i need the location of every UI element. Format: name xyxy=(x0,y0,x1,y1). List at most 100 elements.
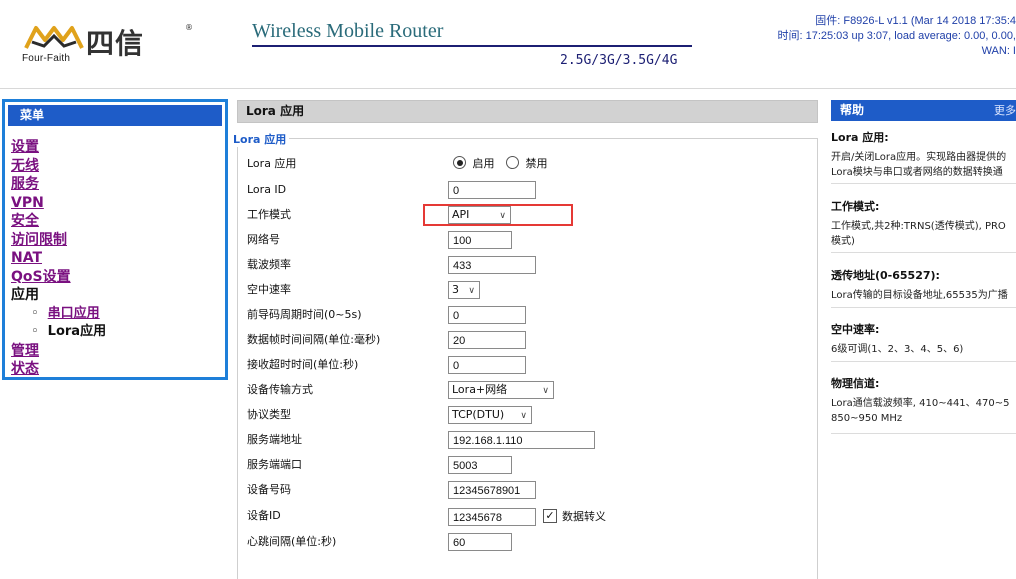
menu-link-admin[interactable]: 管理 xyxy=(11,343,39,359)
label-net-id: 网络号 xyxy=(247,233,280,246)
help-section-target-address: 透传地址(0-65527): Lora传输的目标设备地址,65535为广播 xyxy=(831,269,1016,308)
help-line: 开启/关闭Lora应用。实现路由器提供的 xyxy=(831,152,1007,163)
lora-id-input[interactable]: 0 xyxy=(448,181,536,199)
radio-enable[interactable] xyxy=(453,156,466,169)
label-preamble: 前导码周期时间(0~5s) xyxy=(247,308,362,321)
help-line: 850~950 MHz xyxy=(831,413,903,424)
submenu-item-serial[interactable]: 串口应用 xyxy=(31,305,225,324)
radio-disable-label: 禁用 xyxy=(525,157,548,170)
protocol-select[interactable]: TCP(DTU) ∨ xyxy=(448,406,532,424)
chevron-down-icon: ∨ xyxy=(468,286,475,296)
menu-link-wireless[interactable]: 无线 xyxy=(11,158,39,174)
carrier-freq-input[interactable]: 433 xyxy=(448,256,536,274)
help-line: 工作模式,共2种:TRNS(透传模式), PRO xyxy=(831,221,1006,232)
help-line: Lora通信载波频率, 410~441、470~5 xyxy=(831,398,1010,409)
system-info: 固件: F8926-L v1.1 (Mar 14 2018 17:35:4 时间… xyxy=(756,14,1016,59)
help-section-text: 6级可调(1、2、3、4、5、6) xyxy=(831,342,1016,357)
frame-interval-input[interactable]: 20 xyxy=(448,331,526,349)
menu-title: 菜单 xyxy=(8,105,222,126)
help-section-title: 透传地址(0-65527): xyxy=(831,269,940,282)
help-section-title: 工作模式: xyxy=(831,200,880,213)
menu-item-wireless[interactable]: 无线 xyxy=(11,157,225,176)
label-work-mode: 工作模式 xyxy=(247,208,291,221)
chevron-down-icon: ∨ xyxy=(520,411,527,421)
label-carrier-freq: 载波频率 xyxy=(247,258,291,271)
help-title: 帮助 xyxy=(840,103,865,117)
preamble-input[interactable]: 0 xyxy=(448,306,526,324)
highlight-box xyxy=(423,204,573,226)
help-line: Lora模块与串口或者网络的数据转换通 xyxy=(831,167,1003,178)
menu-link-setup[interactable]: 设置 xyxy=(11,139,39,155)
menu-link-qos[interactable]: QoS设置 xyxy=(11,269,71,285)
label-protocol: 协议类型 xyxy=(247,408,291,421)
menu-item-access-restrictions[interactable]: 访问限制 xyxy=(11,231,225,250)
logo: 四信 ® Four-Faith xyxy=(22,22,193,64)
server-port-input[interactable]: 5003 xyxy=(448,456,512,474)
submenu-link-serial[interactable]: 串口应用 xyxy=(48,306,100,321)
help-section-text: Lora传输的目标设备地址,65535为广播 xyxy=(831,288,1016,303)
lora-fieldset: Lora 应用 Lora 应用 启用 禁用 Lora ID 0 工作模式 API… xyxy=(230,131,818,579)
menu-item-security[interactable]: 安全 xyxy=(11,212,225,231)
help-section-work-mode: 工作模式: 工作模式,共2种:TRNS(透传模式), PRO 模式) xyxy=(831,200,1016,253)
server-addr-input[interactable]: 192.168.1.110 xyxy=(448,431,595,449)
air-rate-select[interactable]: 3 ∨ xyxy=(448,281,480,299)
label-heartbeat: 心跳间隔(单位:秒) xyxy=(247,535,337,548)
wan-info: WAN: I xyxy=(981,45,1016,57)
sidebar-menu: 菜单 设置 无线 服务 VPN 安全 访问限制 NAT QoS设置 应用 串口应… xyxy=(2,99,228,380)
net-id-input[interactable]: 100 xyxy=(448,231,512,249)
radio-enable-label: 启用 xyxy=(472,157,495,170)
air-rate-value: 3 xyxy=(452,283,459,296)
menu-item-status[interactable]: 状态 xyxy=(11,360,225,379)
logo-brand-text: Four-Faith xyxy=(22,53,71,64)
fieldset-legend: Lora 应用 xyxy=(230,131,290,147)
uptime-info: 时间: 17:25:03 up 3:07, load average: 0.00… xyxy=(777,30,1016,42)
firmware-info: 固件: F8926-L v1.1 (Mar 14 2018 17:35:4 xyxy=(815,15,1016,27)
label-air-rate: 空中速率 xyxy=(247,283,291,296)
help-panel: 帮助 更多 Lora 应用: 开启/关闭Lora应用。实现路由器提供的 Lora… xyxy=(831,100,1016,558)
device-num-input[interactable]: 12345678901 xyxy=(448,481,536,499)
help-section-text: 开启/关闭Lora应用。实现路由器提供的 Lora模块与串口或者网络的数据转换通 xyxy=(831,150,1016,180)
page-title: Lora 应用 xyxy=(237,100,818,123)
main-panel: Lora 应用 Lora 应用 Lora 应用 启用 禁用 Lora ID 0 … xyxy=(230,100,818,579)
help-section-text: 工作模式,共2种:TRNS(透传模式), PRO 模式) xyxy=(831,219,1016,249)
data-escape-label: 数据转义 xyxy=(562,510,606,523)
label-server-port: 服务端端口 xyxy=(247,458,302,471)
data-escape-checkbox[interactable]: ✓ xyxy=(543,509,557,523)
label-frame-interval: 数据帧时间间隔(单位:毫秒) xyxy=(247,333,381,346)
menu-link-services[interactable]: 服务 xyxy=(11,176,39,192)
help-section-title: 物理信道: xyxy=(831,377,880,390)
help-section-title: Lora 应用: xyxy=(831,131,889,144)
header: 四信 ® Four-Faith Wireless Mobile Router 2… xyxy=(0,0,1016,89)
help-more-link[interactable]: 更多 xyxy=(994,100,1016,121)
menu-item-nat[interactable]: NAT xyxy=(11,249,225,268)
transfer-mode-select[interactable]: Lora+网络 ∨ xyxy=(448,381,554,399)
label-transfer-mode: 设备传输方式 xyxy=(247,383,313,396)
menu-link-vpn[interactable]: VPN xyxy=(11,195,44,211)
lora-app-radio-group: 启用 禁用 xyxy=(453,154,548,174)
menu-link-security[interactable]: 安全 xyxy=(11,213,39,229)
label-device-id: 设备ID xyxy=(247,509,281,522)
recv-timeout-input[interactable]: 0 xyxy=(448,356,526,374)
help-line: 6级可调(1、2、3、4、5、6) xyxy=(831,344,964,355)
router-title: Wireless Mobile Router xyxy=(252,20,444,42)
label-device-num: 设备号码 xyxy=(247,483,291,496)
transfer-mode-value: Lora+网络 xyxy=(452,383,508,396)
menu-item-services[interactable]: 服务 xyxy=(11,175,225,194)
menu-item-applications-current: 应用 xyxy=(11,287,39,303)
menu-link-access-restrictions[interactable]: 访问限制 xyxy=(11,232,67,248)
radio-disable[interactable] xyxy=(506,156,519,169)
menu-item-vpn[interactable]: VPN xyxy=(11,194,225,213)
logo-cn-text: 四信 xyxy=(86,27,145,60)
heartbeat-input[interactable]: 60 xyxy=(448,533,512,551)
menu-link-status[interactable]: 状态 xyxy=(11,361,39,377)
menu-item-setup[interactable]: 设置 xyxy=(11,138,225,157)
chevron-down-icon: ∨ xyxy=(542,386,549,396)
label-server-addr: 服务端地址 xyxy=(247,433,302,446)
menu-item-admin[interactable]: 管理 xyxy=(11,342,225,361)
menu-item-qos[interactable]: QoS设置 xyxy=(11,268,225,287)
help-section-title: 空中速率: xyxy=(831,323,880,336)
menu-link-nat[interactable]: NAT xyxy=(11,250,42,266)
device-id-input[interactable]: 12345678 xyxy=(448,508,536,526)
logo-mark-icon xyxy=(24,26,84,49)
network-bands: 2.5G/3G/3.5G/4G xyxy=(560,53,678,68)
